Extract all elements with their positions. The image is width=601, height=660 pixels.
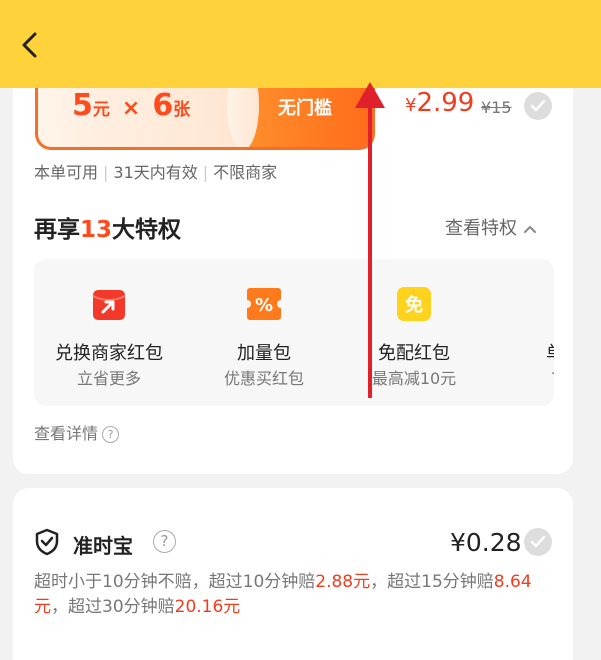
red-packet-icon xyxy=(92,290,126,320)
check-icon xyxy=(530,99,546,112)
privilege-item-free-delivery[interactable]: 免 免配红包 最高减10元 xyxy=(339,259,489,406)
privileges-list: 兑换商家红包 立省更多 % 加量包 优惠买红包 免 免配红包 最高减10元 xyxy=(34,259,554,406)
coupon-original-price: ¥15 xyxy=(481,98,512,117)
insurance-price: ¥0.28 xyxy=(450,528,522,557)
chevron-up-icon xyxy=(523,218,537,239)
coupon-terms: 本单可用 | 31天内有效 | 不限商家 xyxy=(34,163,278,182)
membership-card: 5元 × 6张 无门槛 ¥2.99 ¥15 本单可用 | 31天内有效 | 不限商家 再享1… xyxy=(13,70,573,474)
insurance-description: 超时小于10分钟不赔，超过10分钟赔2.88元，超过15分钟赔8.64元，超过3… xyxy=(34,572,532,617)
top-bar xyxy=(0,0,601,88)
free-delivery-icon: 免 xyxy=(397,287,431,321)
back-arrow-icon xyxy=(22,32,37,58)
svg-text:%: % xyxy=(255,295,273,316)
back-button[interactable] xyxy=(16,30,46,60)
coupon-price: ¥2.99 xyxy=(405,88,475,118)
privilege-item-exchange[interactable]: 兑换商家红包 立省更多 xyxy=(34,259,184,406)
svg-text:免: 免 xyxy=(405,294,423,316)
coupon-tag: 无门槛 xyxy=(278,98,332,119)
insurance-help-icon[interactable]: ? xyxy=(153,530,176,553)
privileges-title: 再享13大特权 xyxy=(34,217,182,243)
bike-icon xyxy=(544,284,554,324)
coupon-select-check[interactable] xyxy=(524,92,552,120)
help-icon: ? xyxy=(102,426,120,443)
check-icon xyxy=(530,535,546,548)
insurance-select-check[interactable] xyxy=(524,528,552,556)
view-details-link[interactable]: 查看详情? xyxy=(34,420,120,444)
ontime-insurance-card: 准时宝 ? ¥0.28 超时小于10分钟不赔，超过10分钟赔2.88元，超过15… xyxy=(13,488,573,660)
privilege-item-bonus-pack[interactable]: % 加量包 优惠买红包 xyxy=(189,259,339,406)
view-privileges-link[interactable]: 查看特权 xyxy=(445,214,537,240)
percent-ticket-icon: % xyxy=(247,288,281,320)
coupon-amount: 5元 × 6张 xyxy=(72,88,191,123)
shield-check-icon xyxy=(35,528,59,556)
privilege-item-bike[interactable]: 单车 7天 xyxy=(489,259,554,406)
insurance-title: 准时宝 xyxy=(73,534,133,558)
